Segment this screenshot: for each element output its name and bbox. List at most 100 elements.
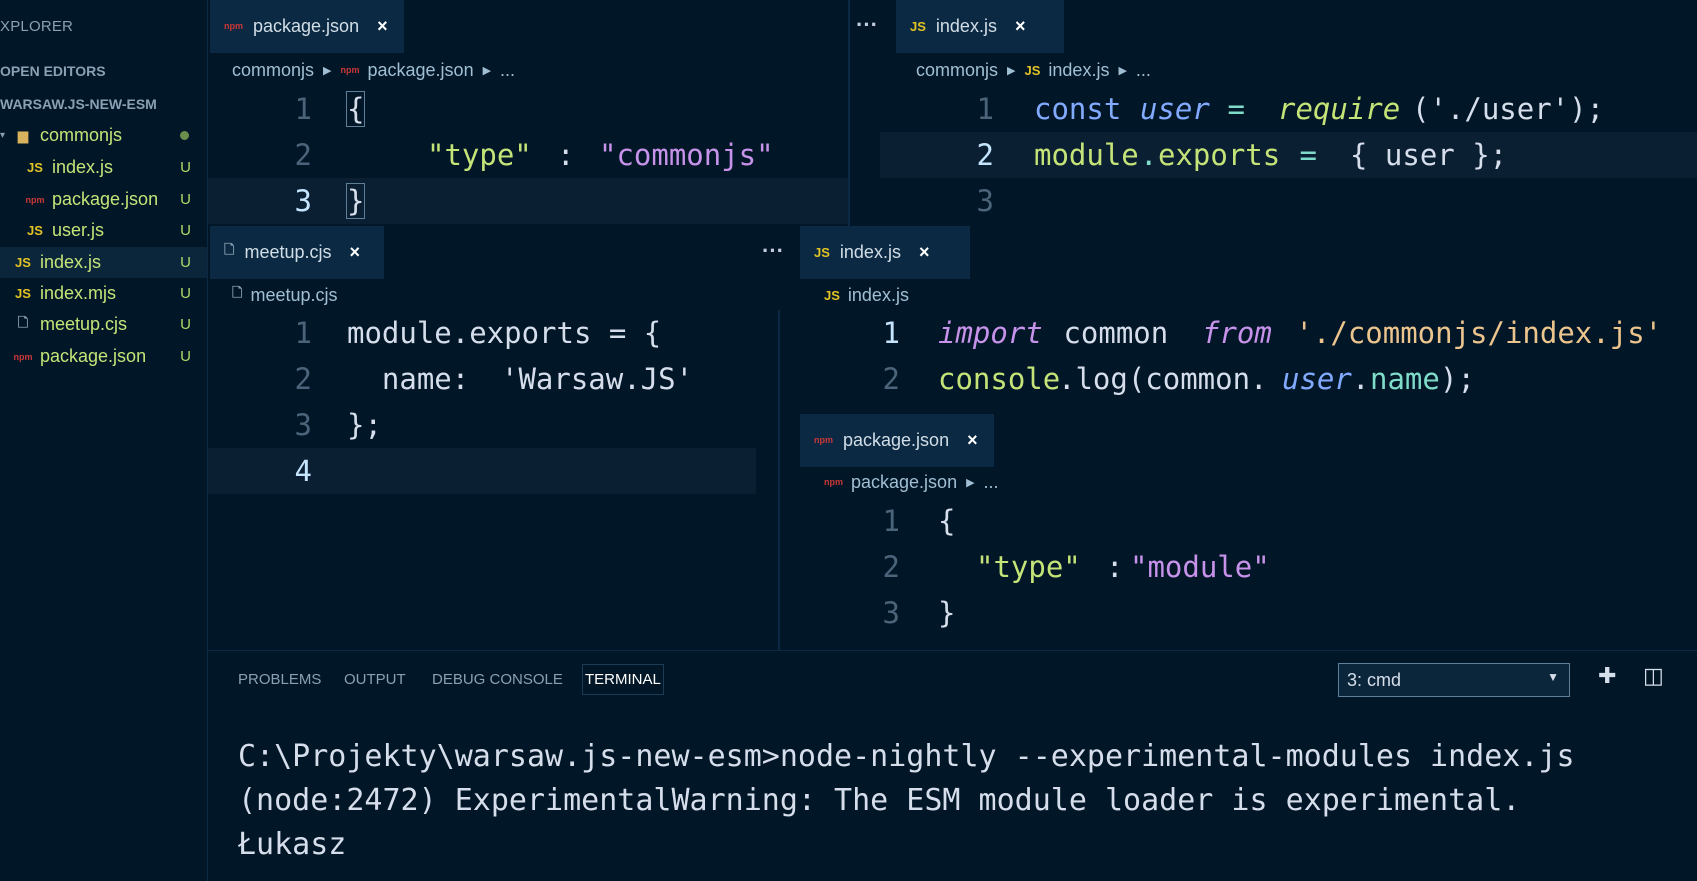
code-text: name:: [347, 362, 487, 396]
breadcrumb: JS index.js: [824, 279, 909, 311]
npm-file-icon: npm: [340, 65, 360, 75]
breadcrumb: npm package.json ▶ ...: [824, 466, 999, 498]
editor-group-4-code[interactable]: 1 import common from './commonjs/index.j…: [780, 310, 1697, 410]
breadcrumb: commonjs ▶ JS index.js ▶ ...: [916, 54, 1151, 86]
breadcrumb-item[interactable]: package.json: [368, 60, 474, 81]
bottom-panel: PROBLEMS OUTPUT DEBUG CONSOLE TERMINAL 3…: [208, 650, 1697, 881]
breadcrumb-item[interactable]: commonjs: [232, 60, 314, 81]
breadcrumb-item[interactable]: index.js: [848, 285, 909, 306]
chevron-right-icon: ▶: [1118, 64, 1127, 77]
editor-group-1-code[interactable]: 1 { 2 "type" : "commonjs" 3 }: [208, 86, 848, 226]
tab-terminal[interactable]: TERMINAL: [582, 664, 664, 695]
code-operator: =: [1282, 138, 1335, 172]
code-line: 1 {: [780, 498, 1697, 544]
tab-index-js[interactable]: JS index.js ×: [896, 0, 1064, 53]
untracked-badge: U: [180, 191, 191, 208]
code-variable: user: [1282, 362, 1352, 396]
tab-label: package.json: [253, 15, 360, 36]
tree-item-label: user.js: [52, 220, 105, 240]
code-text: }: [345, 183, 366, 219]
editor-group-2-code[interactable]: 1 const user = require ('./user'); 2 mod…: [880, 86, 1697, 226]
untracked-badge: U: [180, 222, 191, 239]
tab-debug-console[interactable]: DEBUG CONSOLE: [432, 671, 563, 688]
untracked-badge: U: [180, 285, 191, 302]
code-text: module: [1034, 138, 1139, 172]
more-actions-icon[interactable]: ···: [856, 12, 878, 38]
code-line: 2 "type" : "module": [780, 544, 1697, 590]
editor-group-5-code[interactable]: 1 { 2 "type" : "module" 3 }: [780, 498, 1697, 648]
editor-group-5-tabbar: npm package.json ×: [800, 414, 1697, 467]
tab-index-js-root[interactable]: JS index.js ×: [800, 226, 970, 279]
line-number: 1: [294, 316, 312, 350]
code-text: {: [345, 91, 366, 127]
tree-file-commonjs-package-json[interactable]: npm package.json U: [0, 184, 207, 215]
breadcrumb-item[interactable]: package.json: [851, 472, 957, 493]
js-file-icon: JS: [1024, 62, 1041, 78]
tree-file-package-json[interactable]: npm package.json U: [0, 341, 207, 372]
tree-file-index-mjs[interactable]: JS index.mjs U: [0, 278, 207, 309]
tree-folder-commonjs[interactable]: ▾ ▆ commonjs: [0, 120, 207, 151]
plus-icon[interactable]: ✚: [1598, 663, 1616, 689]
js-file-icon: JS: [824, 287, 840, 303]
close-icon[interactable]: ×: [1015, 16, 1026, 37]
breadcrumb-item[interactable]: commonjs: [916, 60, 998, 81]
code-keyword: import: [938, 316, 1043, 350]
group-divider[interactable]: [848, 0, 850, 226]
tab-label: meetup.cjs: [244, 241, 332, 262]
breadcrumb-item[interactable]: ...: [1136, 60, 1151, 81]
code-line: 1 const user = require ('./user');: [880, 86, 1697, 132]
code-line: 1 {: [208, 86, 848, 132]
tab-problems[interactable]: PROBLEMS: [238, 671, 321, 688]
code-line: 1 module.exports = {: [208, 310, 756, 356]
tree-file-commonjs-index-js[interactable]: JS index.js U: [0, 152, 207, 183]
json-value: "module": [1130, 550, 1270, 584]
tree-file-user-js[interactable]: JS user.js U: [0, 215, 207, 246]
terminal-line: C:\Projekty\warsaw.js-new-esm>node-night…: [238, 739, 1575, 774]
split-terminal-icon[interactable]: ◫: [1643, 663, 1664, 689]
code-line-current: 2 module . exports = { user };: [880, 132, 1697, 178]
breadcrumb-item[interactable]: ...: [984, 472, 999, 493]
json-key: "type": [976, 550, 1081, 584]
open-editors-section[interactable]: OPEN EDITORS: [0, 63, 106, 79]
terminal-select-value: 3: cmd: [1347, 670, 1402, 690]
tab-package-json-root[interactable]: npm package.json ×: [800, 414, 994, 467]
close-icon[interactable]: ×: [967, 430, 978, 451]
editor-group-1-tabbar: npm package.json ×: [208, 0, 838, 53]
tab-package-json[interactable]: npm package.json ×: [210, 0, 404, 53]
code-text: );: [1440, 362, 1475, 396]
tree-file-meetup-cjs[interactable]: 🗋 meetup.cjs U: [0, 309, 207, 340]
code-text: ('./user');: [1412, 92, 1605, 126]
js-file-icon: JS: [15, 286, 31, 301]
editor-group-3-tabbar: 🗋 meetup.cjs ×: [208, 226, 800, 279]
editor-group-4-tabbar: JS index.js ×: [800, 226, 1697, 279]
code-text: .: [1352, 362, 1370, 396]
breadcrumb-item[interactable]: meetup.cjs: [250, 285, 337, 306]
code-text: .log(common.: [1058, 362, 1268, 396]
editor-group-3-code[interactable]: 1 module.exports = { 2 name: 'Warsaw.JS'…: [208, 310, 756, 510]
chevron-right-icon: ▶: [482, 64, 492, 77]
breadcrumb-item[interactable]: ...: [500, 60, 515, 81]
tab-meetup-cjs[interactable]: 🗋 meetup.cjs ×: [210, 226, 384, 279]
close-icon[interactable]: ×: [377, 16, 388, 37]
js-file-icon: JS: [814, 244, 830, 260]
tab-output[interactable]: OUTPUT: [344, 671, 406, 688]
tree-file-index-js[interactable]: JS index.js U: [0, 247, 207, 278]
code-keyword: from: [1202, 316, 1272, 350]
breadcrumb-item[interactable]: index.js: [1048, 60, 1109, 81]
untracked-badge: U: [180, 254, 191, 271]
terminal-select[interactable]: 3: cmd ▼: [1338, 663, 1570, 697]
project-folder-header[interactable]: WARSAW.JS-NEW-ESM: [0, 96, 157, 112]
code-operator: =: [1210, 92, 1263, 126]
code-text: {: [938, 504, 956, 538]
folder-icon: ▆: [18, 127, 28, 143]
code-line-current: 4: [208, 448, 756, 494]
untracked-badge: U: [180, 159, 191, 176]
file-icon: 🗋: [224, 242, 235, 257]
npm-file-icon: npm: [224, 21, 243, 31]
close-icon[interactable]: ×: [919, 242, 930, 263]
chevron-down-icon: ▼: [1547, 670, 1559, 684]
close-icon[interactable]: ×: [350, 242, 361, 263]
more-actions-icon[interactable]: ···: [762, 238, 784, 264]
npm-file-icon: npm: [25, 194, 45, 205]
line-number: 3: [882, 596, 900, 630]
